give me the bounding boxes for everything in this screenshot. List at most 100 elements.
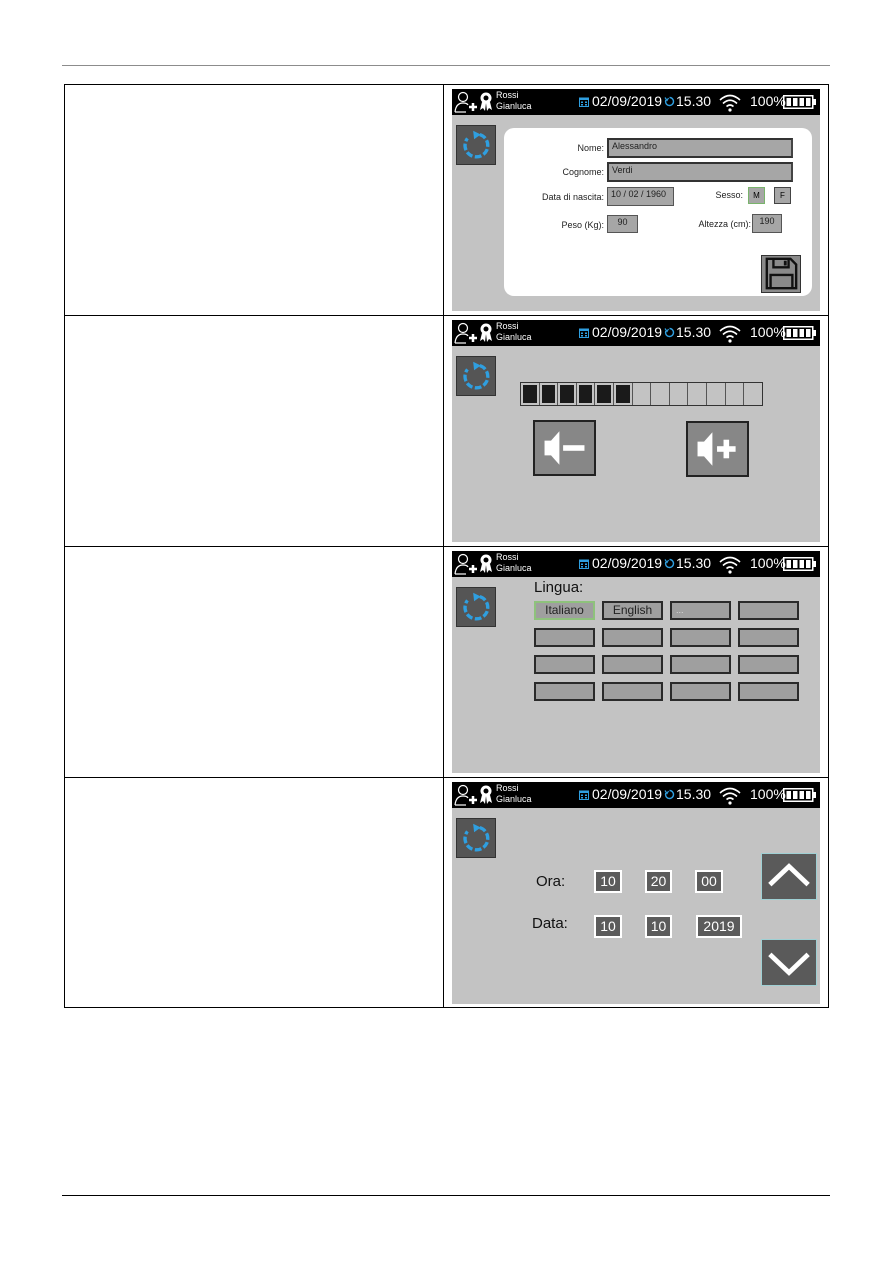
- user-add-icon[interactable]: [454, 91, 478, 113]
- volume-segment: [521, 383, 540, 405]
- year-field[interactable]: 2019: [696, 915, 742, 938]
- volume-segment: [558, 383, 577, 405]
- language-option[interactable]: [534, 628, 595, 647]
- timer-icon: [664, 789, 675, 800]
- status-bar: Rossi Gianluca 02/09/2019 15.30 100%: [452, 320, 820, 346]
- refresh-icon: [463, 361, 490, 390]
- user-first-name: Gianluca: [496, 332, 532, 342]
- cognome-input[interactable]: Verdi: [607, 162, 793, 182]
- screen-volume: Rossi Gianluca 02/09/2019 15.30 100%: [452, 320, 820, 542]
- status-time: 15.30: [676, 786, 712, 802]
- language-option[interactable]: [670, 628, 731, 647]
- volume-level-bar: [520, 382, 763, 406]
- volume-down-icon: [544, 431, 585, 465]
- wifi-icon: [719, 787, 741, 805]
- status-date: 02/09/2019: [592, 786, 663, 802]
- sesso-label: Sesso:: [715, 190, 743, 200]
- sesso-f-button[interactable]: F: [774, 187, 791, 204]
- hour-field[interactable]: 10: [594, 870, 622, 893]
- volume-segment: [614, 383, 633, 405]
- user-add-icon[interactable]: [454, 784, 478, 806]
- status-date: 02/09/2019: [592, 324, 663, 340]
- language-option[interactable]: [738, 601, 799, 620]
- data-label: Data:: [532, 915, 568, 932]
- description-cell-language: [65, 547, 443, 777]
- refresh-icon: [463, 130, 490, 159]
- volume-segment: [633, 383, 652, 405]
- back-refresh-button[interactable]: [456, 818, 496, 858]
- award-badge-icon: [480, 785, 492, 804]
- language-option[interactable]: [534, 655, 595, 674]
- battery-icon: [783, 95, 816, 109]
- language-option[interactable]: [534, 682, 595, 701]
- back-refresh-button[interactable]: [456, 587, 496, 627]
- ora-label: Ora:: [536, 873, 566, 890]
- peso-label: Peso (Kg):: [561, 220, 604, 230]
- back-refresh-button[interactable]: [456, 125, 496, 165]
- status-time: 15.30: [676, 324, 712, 340]
- award-badge-icon: [480, 323, 492, 342]
- language-option[interactable]: English: [602, 601, 663, 620]
- language-option[interactable]: [602, 682, 663, 701]
- cognome-label: Cognome:: [562, 167, 604, 177]
- battery-icon: [783, 788, 816, 802]
- user-name: Rossi Gianluca: [496, 783, 532, 805]
- wifi-icon: [719, 94, 741, 112]
- user-last-name: Rossi: [496, 783, 519, 793]
- chevron-up-icon: [768, 863, 810, 887]
- peso-input[interactable]: 90: [607, 215, 638, 233]
- save-button[interactable]: [761, 255, 801, 293]
- calendar-icon: [579, 790, 589, 800]
- user-first-name: Gianluca: [496, 101, 532, 111]
- nascita-label: Data di nascita:: [541, 192, 604, 202]
- volume-segment: [577, 383, 596, 405]
- floppy-disk-icon: [765, 257, 798, 290]
- battery-percent: 100%: [750, 93, 786, 109]
- minute-field[interactable]: 20: [645, 870, 672, 893]
- award-badge-icon: [480, 554, 492, 573]
- language-title: Lingua:: [534, 579, 584, 596]
- volume-segment: [688, 383, 708, 405]
- description-cell-datetime: [65, 778, 443, 1008]
- language-option[interactable]: Italiano: [534, 601, 595, 620]
- battery-icon: [783, 557, 816, 571]
- language-option[interactable]: ...: [670, 601, 731, 620]
- language-option[interactable]: [670, 682, 731, 701]
- user-name: Rossi Gianluca: [496, 552, 532, 574]
- language-option[interactable]: [602, 628, 663, 647]
- back-refresh-button[interactable]: [456, 356, 496, 396]
- language-grid: Italiano English...: [534, 601, 799, 701]
- language-option[interactable]: [670, 655, 731, 674]
- timer-icon: [664, 327, 675, 338]
- status-date: 02/09/2019: [592, 555, 663, 571]
- refresh-icon: [463, 592, 490, 621]
- decrement-button[interactable]: [761, 939, 817, 986]
- screen-datetime: Rossi Gianluca 02/09/2019 15.30 100% Ora…: [452, 782, 820, 1004]
- month-field[interactable]: 10: [645, 915, 672, 938]
- nascita-input[interactable]: 10 / 02 / 1960: [607, 187, 674, 206]
- sesso-m-button[interactable]: M: [748, 187, 765, 204]
- nome-input[interactable]: Alessandro: [607, 138, 793, 158]
- screen-language: Rossi Gianluca 02/09/2019 15.30 100% Lin…: [452, 551, 820, 773]
- description-cell-volume: [65, 316, 443, 546]
- user-add-icon[interactable]: [454, 553, 478, 575]
- altezza-input[interactable]: 190: [752, 214, 782, 233]
- refresh-icon: [463, 823, 490, 852]
- status-time: 15.30: [676, 555, 712, 571]
- language-option[interactable]: [738, 628, 799, 647]
- language-option[interactable]: [602, 655, 663, 674]
- battery-icon: [783, 326, 816, 340]
- page-footer-rule: [62, 1195, 830, 1196]
- day-field[interactable]: 10: [594, 915, 622, 938]
- language-option[interactable]: [738, 682, 799, 701]
- volume-segment: [595, 383, 615, 405]
- language-option[interactable]: [738, 655, 799, 674]
- volume-down-button[interactable]: [533, 420, 596, 476]
- volume-up-button[interactable]: [686, 421, 749, 477]
- user-add-icon[interactable]: [454, 322, 478, 344]
- increment-button[interactable]: [761, 853, 817, 900]
- second-field[interactable]: 00: [695, 870, 723, 893]
- battery-percent: 100%: [750, 786, 786, 802]
- user-first-name: Gianluca: [496, 563, 532, 573]
- status-time: 15.30: [676, 93, 712, 109]
